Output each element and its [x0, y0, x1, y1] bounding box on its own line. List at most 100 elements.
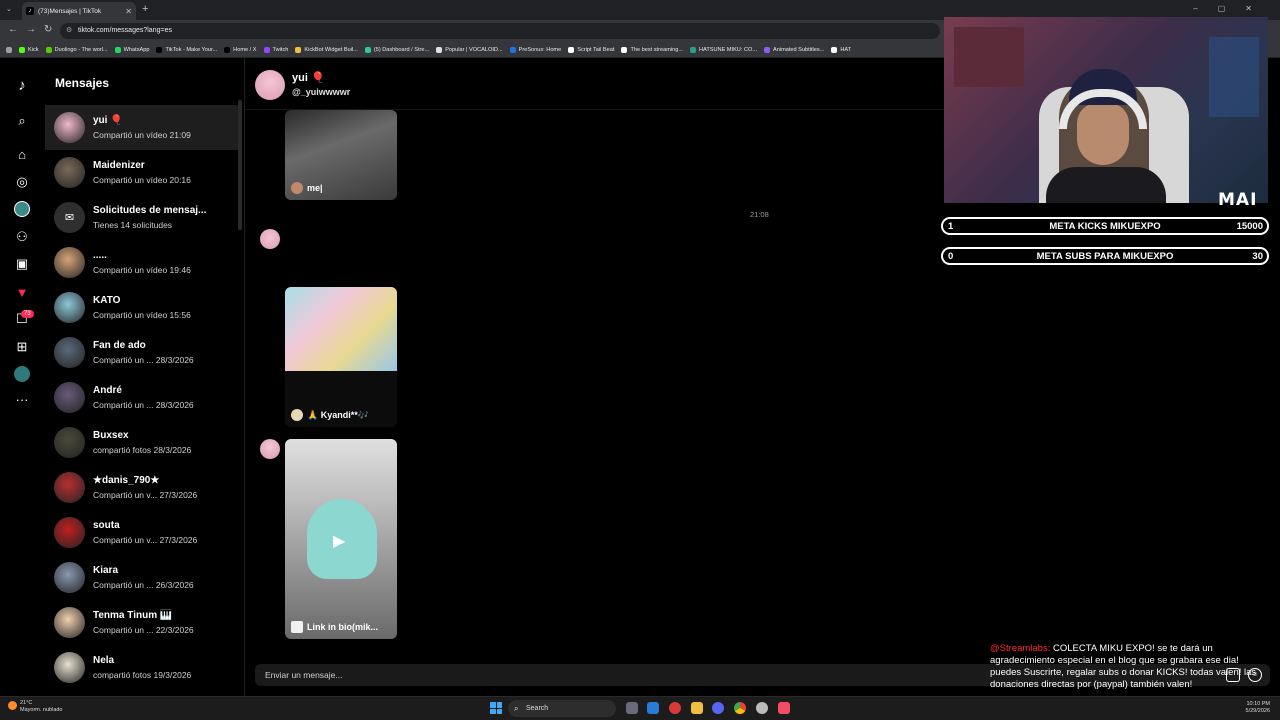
bookmark-item[interactable]: Script Tail Beat — [568, 46, 614, 53]
clock-time: 10:10 PM — [1246, 701, 1270, 707]
avatar — [54, 337, 85, 368]
conversation-item[interactable]: Kiara Compartió un ... 26/3/2026 — [45, 555, 240, 600]
discord-icon[interactable] — [712, 702, 724, 714]
bookmark-item[interactable]: Animated Subtitles... — [764, 46, 824, 53]
bookmark-label: (5) Dashboard / Stre... — [373, 46, 430, 53]
caption-avatar — [291, 621, 303, 633]
bookmark-label: Duolingo - The worl... — [54, 46, 108, 53]
conversation-text: souta Compartió un v... 27/3/2026 — [93, 519, 197, 547]
message-timestamp: 21:08 — [750, 210, 769, 219]
bookmark-item[interactable]: Home / X — [224, 46, 257, 53]
taskbar-clock[interactable]: 10:10 PM 5/29/2026 — [1246, 701, 1270, 715]
conversation-text: Tenma Tinum 🎹 Compartió un ... 22/3/2026 — [93, 609, 194, 637]
windows-start-icon[interactable] — [490, 702, 502, 714]
back-icon[interactable]: ← — [8, 24, 18, 35]
bookmark-item[interactable]: KickBot Widget Buil... — [295, 46, 358, 53]
edge-icon[interactable] — [647, 702, 659, 714]
home-icon[interactable]: ⌂ — [13, 145, 31, 163]
new-tab-icon[interactable]: + — [142, 3, 148, 15]
conversation-preview: Compartió un ... 22/3/2026 — [93, 624, 194, 635]
bookmark-label: HATSUNE MIKU: CO... — [698, 46, 757, 53]
upload-icon[interactable]: ⊞ — [13, 338, 31, 356]
bookmark-item[interactable]: The best streaming... — [621, 46, 683, 53]
message-avatar[interactable] — [260, 229, 280, 249]
address-bar[interactable]: ⚙ tiktok.com/messages?lang=es — [60, 23, 940, 39]
avatar — [54, 517, 85, 548]
bookmark-item[interactable]: HAT — [831, 46, 852, 53]
forward-icon[interactable]: → — [26, 24, 36, 35]
goal-current: 1 — [948, 221, 954, 232]
app-icon[interactable] — [669, 702, 681, 714]
window-controls: – ▢ ✕ — [1193, 4, 1252, 13]
conversation-item[interactable]: Nela compartió fotos 19/3/2026 — [45, 645, 240, 690]
conversation-item[interactable]: Buxsex compartió fotos 28/3/2026 — [45, 420, 240, 465]
url-text: tiktok.com/messages?lang=es — [78, 27, 172, 34]
tab-search-icon[interactable]: ⌄ — [6, 5, 12, 13]
chat-avatar[interactable] — [255, 70, 285, 100]
message-input[interactable] — [265, 668, 965, 682]
conversation-item[interactable]: Fan de ado Compartió un ... 28/3/2026 — [45, 330, 240, 375]
minimize-icon[interactable]: – — [1193, 4, 1197, 13]
conversation-text: Fan de ado Compartió un ... 28/3/2026 — [93, 339, 194, 367]
conversation-item[interactable]: yui 🎈 Compartió un vídeo 21:09 — [45, 105, 240, 150]
conversation-item[interactable]: ★danis_790★ Compartió un v... 27/3/2026 — [45, 465, 240, 510]
shared-video-card[interactable]: 🙏 Kyandi**🎶 — [285, 287, 397, 427]
close-window-icon[interactable]: ✕ — [1245, 4, 1252, 13]
chrome-icon[interactable] — [734, 702, 746, 714]
bookmark-item[interactable]: (5) Dashboard / Stre... — [364, 46, 430, 53]
chat-contact-name[interactable]: yui 🎈 — [292, 71, 325, 84]
search-icon[interactable]: ⌕ — [13, 112, 31, 130]
conversation-text: Solicitudes de mensaj... Tienes 14 solici… — [93, 204, 206, 232]
weather-widget[interactable]: 21°C Mayorm. nublado — [6, 700, 63, 714]
bookmark-item[interactable]: Kick — [19, 46, 39, 53]
explore-icon[interactable]: ◎ — [13, 173, 31, 191]
play-icon[interactable]: ▶ — [333, 531, 345, 551]
conversation-scrollbar[interactable] — [238, 100, 242, 230]
profile-icon[interactable] — [13, 365, 31, 383]
bookmark-item[interactable]: Duolingo - The worl... — [45, 46, 108, 53]
activity-icon[interactable]: ▼ — [13, 283, 31, 301]
conversation-item[interactable]: souta Compartió un v... 27/3/2026 — [45, 510, 240, 555]
maximize-icon[interactable]: ▢ — [1218, 4, 1226, 13]
bookmark-item[interactable]: Popular | VOCALOID... — [436, 46, 503, 53]
shared-video-card[interactable]: me| — [285, 110, 397, 200]
bookmark-item[interactable]: Twitch — [263, 46, 289, 53]
conversation-preview: Tienes 14 solicitudes — [93, 219, 173, 230]
bookmark-label: Home / X — [233, 46, 257, 53]
message-avatar[interactable] — [260, 439, 280, 459]
taskbar-search[interactable]: ⌕ Search — [508, 700, 616, 717]
conversation-item[interactable]: Maidenizer Compartió un vídeo 20:16 — [45, 150, 240, 195]
taskbar-search-label: Search — [526, 705, 549, 712]
live-icon[interactable]: ▣ — [13, 255, 31, 273]
more-icon[interactable]: ··· — [13, 390, 31, 408]
conversation-item[interactable]: ✉ Solicitudes de mensaj... Tienes 14 solic… — [45, 195, 240, 240]
bookmark-favicon-icon — [114, 46, 121, 53]
tab-title: (73)Mensajes | TikTok — [38, 7, 102, 15]
conversation-item[interactable]: KATO Compartió un vídeo 15:56 — [45, 285, 240, 330]
conversation-item[interactable]: André Compartió un ... 28/3/2026 — [45, 375, 240, 420]
chat-contact-handle[interactable]: @_yuiwwwwr — [292, 87, 350, 97]
reload-icon[interactable]: ↻ — [44, 24, 52, 35]
conversation-item[interactable]: Tenma Tinum 🎹 Compartió un ... 22/3/2026 — [45, 600, 240, 645]
bookmark-item[interactable]: HATSUNE MIKU: CO... — [689, 46, 757, 53]
tab-close-icon[interactable]: ✕ — [125, 7, 132, 16]
settings-icon[interactable] — [756, 702, 768, 714]
following-icon[interactable] — [13, 200, 31, 218]
site-info-icon[interactable]: ⚙ — [66, 23, 72, 39]
apps-icon[interactable] — [6, 46, 12, 53]
file-explorer-icon[interactable] — [691, 702, 703, 714]
browser-tab-active[interactable]: ♪ (73)Mensajes | TikTok ✕ — [22, 2, 136, 20]
music-app-icon[interactable] — [778, 702, 790, 714]
shared-video-card[interactable]: ▶ Link in bio(mik... — [285, 439, 397, 639]
bookmark-item[interactable]: WhatsApp — [114, 46, 149, 53]
bookmark-favicon-icon — [436, 46, 443, 53]
alert-source: @Streamlabs: — [990, 643, 1051, 654]
friends-icon[interactable]: ⚇ — [13, 228, 31, 246]
bookmark-item[interactable]: TikTok - Make Your... — [156, 46, 217, 53]
bookmark-label: HAT — [840, 46, 852, 53]
conversation-item[interactable]: ..... Compartió un vídeo 19:46 — [45, 240, 240, 285]
bookmark-item[interactable]: PreSonus: Home — [509, 46, 561, 53]
task-view-icon[interactable] — [626, 702, 638, 714]
tiktok-logo-icon[interactable]: ♪ — [13, 76, 31, 94]
bookmark-label: Twitch — [272, 46, 289, 53]
